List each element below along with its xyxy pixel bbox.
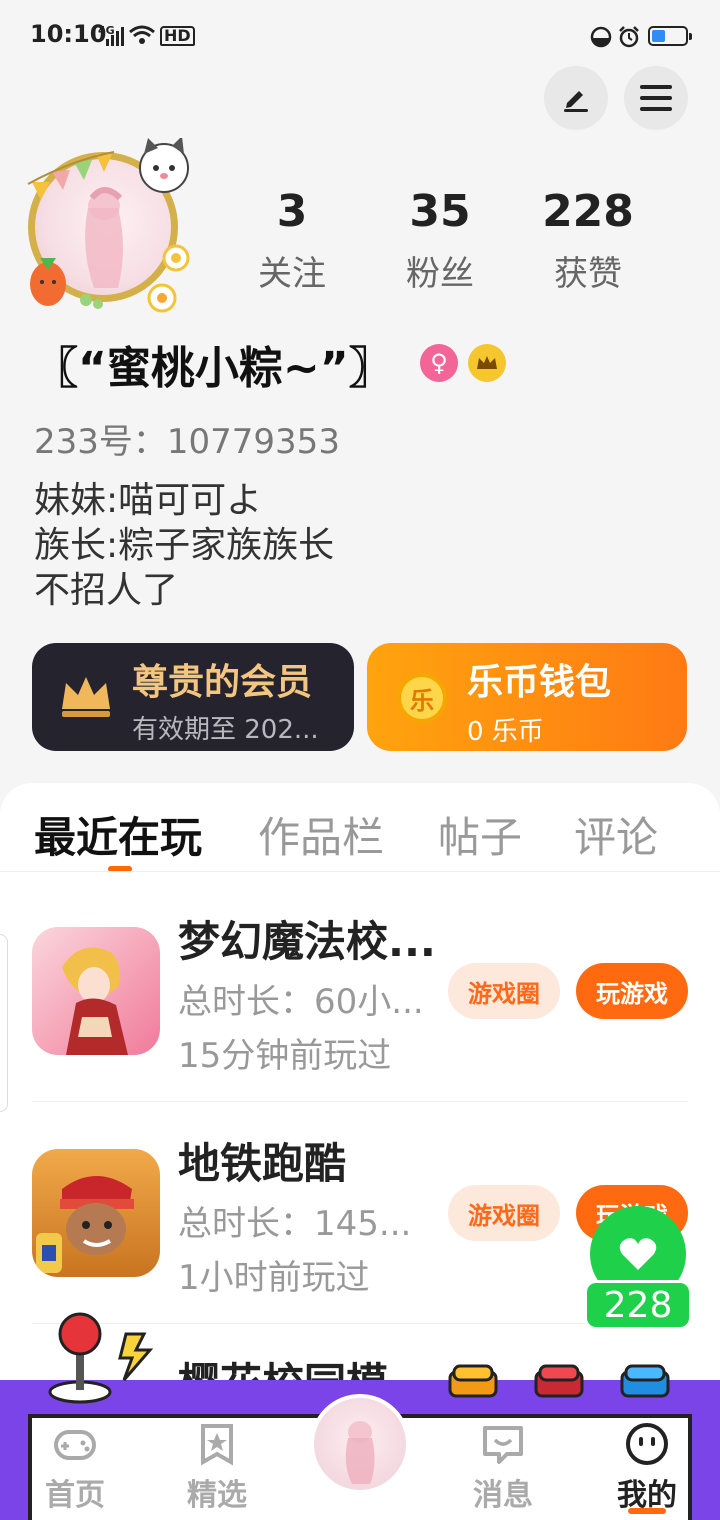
data-saver-icon <box>590 26 612 48</box>
game-title: 地铁跑酷 <box>178 1139 347 1188</box>
game-last-played: 1小时前玩过 <box>178 1258 370 1298</box>
stat-following-label: 关注 <box>258 254 326 294</box>
nav-active-indicator <box>628 1508 666 1514</box>
nickname: 〖“蜜桃小粽~”〗 <box>34 343 393 394</box>
tab-comments[interactable]: 评论 <box>574 804 658 865</box>
vip-card[interactable]: 尊贵的会员 有效期至 202... <box>32 643 354 751</box>
signal-icon <box>106 27 124 46</box>
pencil-icon <box>564 91 588 112</box>
stat-likes-label: 获赞 <box>554 254 622 294</box>
alarm-icon <box>619 26 639 48</box>
vip-crown-icon <box>62 677 110 717</box>
arcade-button-blue-icon <box>620 1362 670 1400</box>
like-count: 228 <box>584 1280 692 1330</box>
stat-fans-value: 35 <box>409 186 471 237</box>
like-float-button[interactable]: 228 <box>584 1206 692 1330</box>
bio-line: 不招人了 <box>34 570 179 611</box>
wallet-card[interactable]: 乐 乐币钱包 0 乐币 <box>367 643 687 751</box>
nav-label: 首页 <box>45 1478 105 1513</box>
avatar-figure-icon <box>345 1421 375 1484</box>
battery-level <box>652 30 665 42</box>
crown-icon <box>468 344 506 382</box>
star-bookmark-icon <box>201 1424 233 1466</box>
play-game-button[interactable]: 玩游戏 <box>576 963 688 1019</box>
game-duration: 总时长：145... <box>178 1204 412 1244</box>
hd-badge: HD <box>160 26 195 46</box>
nav-me[interactable]: 我的 <box>592 1420 702 1514</box>
wallet-balance: 0 乐币 <box>467 717 544 747</box>
avatar-decoration <box>27 138 190 313</box>
game-circle-button[interactable]: 游戏圈 <box>448 1185 560 1241</box>
gamepad-icon <box>54 1430 96 1460</box>
nav-home[interactable]: 首页 <box>20 1420 130 1514</box>
nav-messages[interactable]: 消息 <box>448 1420 558 1514</box>
game-last-played: 15分钟前玩过 <box>178 1036 392 1076</box>
vip-title: 尊贵的会员 <box>132 662 313 703</box>
tab-works[interactable]: 作品栏 <box>258 804 384 865</box>
vip-expiry: 有效期至 202... <box>132 715 319 745</box>
divider <box>32 1101 688 1102</box>
divider <box>0 871 720 872</box>
joystick-icon <box>48 1312 154 1404</box>
bio-line: 妹妹:喵可可よ <box>34 480 263 521</box>
status-time: 10:10 <box>30 20 107 48</box>
nav-center-avatar[interactable] <box>310 1394 410 1494</box>
bio-line: 族长:粽子家族族长 <box>34 525 335 566</box>
stat-likes[interactable]: 228 获赞 <box>518 186 658 295</box>
menu-button[interactable] <box>624 66 688 130</box>
status-bar: 10:10 4G HD <box>0 0 720 72</box>
game-duration: 总时长：60小... <box>178 982 424 1022</box>
avatar[interactable] <box>22 138 202 318</box>
nav-label: 精选 <box>187 1478 247 1513</box>
menu-icon <box>640 85 672 111</box>
game-circle-button[interactable]: 游戏圈 <box>448 963 560 1019</box>
nav-label: 消息 <box>473 1478 533 1513</box>
nav-featured[interactable]: 精选 <box>162 1420 272 1514</box>
game-icon <box>32 927 160 1055</box>
arcade-button-red-icon <box>534 1362 584 1400</box>
game-row[interactable]: 梦幻魔法校... 总时长：60小... 15分钟前玩过 游戏圈 玩游戏 <box>32 904 688 1126</box>
game-title: 梦幻魔法校... <box>178 917 436 966</box>
heart-icon <box>619 1238 657 1270</box>
side-drawer-handle[interactable] <box>0 934 8 1112</box>
wifi-icon <box>129 25 155 44</box>
bio: 妹妹:喵可可よ 族长:粽子家族族长 不招人了 <box>34 478 334 613</box>
stat-fans[interactable]: 35 粉丝 <box>370 186 510 295</box>
battery-icon <box>648 26 692 46</box>
wallet-title: 乐币钱包 <box>467 662 612 703</box>
smiley-icon <box>626 1423 668 1465</box>
tab-posts[interactable]: 帖子 <box>438 804 522 865</box>
stat-following[interactable]: 3 关注 <box>222 186 362 295</box>
stat-fans-label: 粉丝 <box>406 254 474 294</box>
edit-profile-button[interactable] <box>544 66 608 130</box>
chat-icon <box>483 1426 523 1464</box>
coin-icon: 乐 <box>397 673 447 723</box>
arcade-button-yellow-icon <box>448 1362 498 1400</box>
stat-following-value: 3 <box>276 186 308 237</box>
female-icon: ♀ <box>420 344 458 382</box>
user-id: 233号：10779353 <box>34 422 340 462</box>
tab-recent-play[interactable]: 最近在玩 <box>34 804 202 865</box>
game-icon <box>32 1149 160 1277</box>
stat-likes-value: 228 <box>542 186 634 237</box>
